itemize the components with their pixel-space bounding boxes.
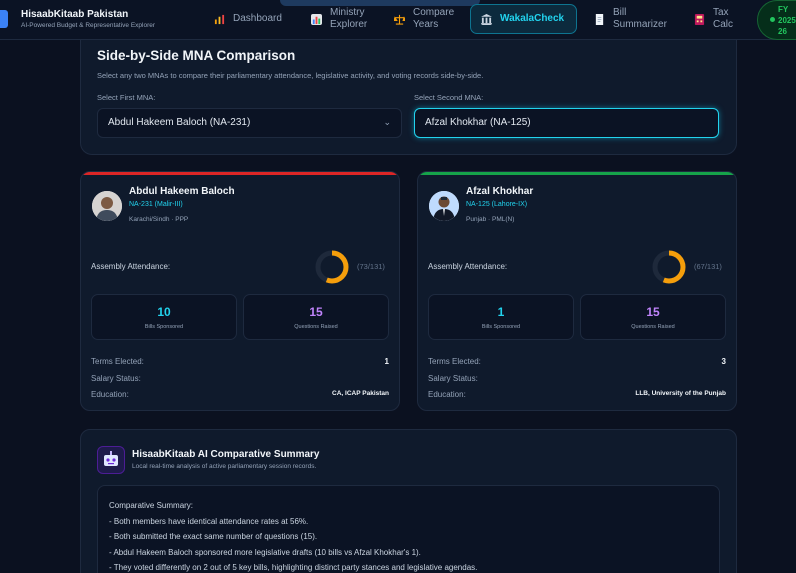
questions-count: 15 [309, 305, 323, 319]
attendance-value: (67/131) [694, 262, 722, 271]
summary-subtitle: Local real-time analysis of active parli… [132, 463, 317, 470]
salary-row: Salary Status: [91, 374, 389, 383]
attendance-label: Assembly Attendance: [91, 262, 171, 271]
calculator-icon [694, 13, 705, 25]
bills-sponsored-stat: 10 Bills Sponsored [91, 294, 237, 340]
nav-compare-years[interactable]: Compare Years [394, 4, 459, 34]
bills-label: Bills Sponsored [144, 324, 184, 330]
questions-count: 15 [646, 305, 660, 319]
summary-line: - Abdul Hakeem Baloch sponsored more leg… [109, 547, 421, 557]
dashboard-icon [214, 14, 225, 24]
education-row: Education: LLB, University of the Punjab [428, 390, 726, 399]
education-value: LLB, University of the Punjab [635, 390, 726, 397]
nav-label: Ministry Explorer [330, 7, 368, 30]
ai-summary-card: HisaabKitaab AI Comparative Summary Loca… [80, 429, 737, 573]
robot-icon [97, 446, 125, 474]
summary-heading: Comparative Summary: [109, 501, 194, 510]
avatar [429, 191, 459, 221]
terms-label: Terms Elected: [428, 357, 481, 366]
summary-title: HisaabKitaab AI Comparative Summary [132, 449, 320, 460]
scales-icon [394, 14, 405, 25]
chevron-down-icon: ⌄ [383, 117, 391, 127]
terms-row: Terms Elected: 3 [428, 357, 726, 366]
questions-raised-stat: 15 Questions Raised [580, 294, 726, 340]
mna-constituency: NA-231 (Malir-III) [129, 201, 183, 208]
salary-label: Salary Status: [428, 374, 478, 383]
second-mna-value: Afzal Khokhar (NA-125) [425, 117, 531, 128]
nav-dashboard[interactable]: Dashboard [214, 4, 282, 34]
nav-label: WakalaCheck [500, 13, 565, 24]
nav-wakalacheck[interactable]: WakalaCheck [470, 4, 577, 34]
attendance-donut [315, 250, 349, 284]
first-mna-select[interactable]: Abdul Hakeem Baloch (NA-231) ⌄ [97, 108, 402, 138]
summary-line: - Both submitted the exact same number o… [109, 532, 318, 541]
mna-name: Abdul Hakeem Baloch [129, 186, 235, 197]
fy-line-1: FY [778, 5, 789, 14]
summary-line: - Both members have identical attendance… [109, 516, 309, 526]
comparison-description: Select any two MNAs to compare their par… [97, 71, 484, 80]
bills-sponsored-stat: 1 Bills Sponsored [428, 294, 574, 340]
nav-label: Bill Summarizer [613, 7, 667, 30]
terms-row: Terms Elected: 1 [91, 357, 389, 366]
terms-label: Terms Elected: [91, 357, 144, 366]
fy-line-3: 26 [778, 27, 787, 36]
mna-card-first: Abdul Hakeem Baloch NA-231 (Malir-III) K… [80, 171, 400, 411]
questions-raised-stat: 15 Questions Raised [243, 294, 389, 340]
status-dot-icon [770, 17, 775, 22]
education-row: Education: CA, ICAP Pakistan [91, 390, 389, 399]
salary-label: Salary Status: [91, 374, 141, 383]
document-icon [595, 13, 604, 25]
card-accent-bar [81, 172, 399, 175]
mna-constituency: NA-125 (Lahore-IX) [466, 201, 528, 208]
portrait-icon [92, 191, 122, 221]
terms-value: 1 [384, 357, 389, 366]
portrait-icon [429, 191, 459, 221]
logo-icon [0, 10, 8, 28]
attendance-donut [652, 250, 686, 284]
first-mna-label: Select First MNA: [97, 93, 156, 102]
nav-label: Dashboard [233, 13, 282, 24]
brand[interactable]: HisaabKitaab Pakistan AI-Powered Budget … [21, 9, 155, 29]
nav-bill-summarizer[interactable]: Bill Summarizer [594, 4, 673, 34]
card-accent-bar [418, 172, 736, 175]
nav-ministry-explorer[interactable]: Ministry Explorer [311, 4, 374, 34]
avatar [92, 191, 122, 221]
comparison-card: Side-by-Side MNA Comparison Select any t… [80, 40, 737, 155]
bills-count: 10 [157, 305, 171, 319]
attendance-label: Assembly Attendance: [428, 262, 508, 271]
bar-chart-icon [311, 13, 322, 25]
mna-region-party: Karachi/Sindh · PPP [129, 216, 189, 223]
summary-body: Comparative Summary: - Both members have… [97, 485, 720, 573]
bills-count: 1 [497, 305, 505, 319]
fy-line-2: 2025- [778, 16, 796, 25]
education-label: Education: [428, 390, 466, 399]
attendance-value: (73/131) [357, 262, 385, 271]
nav-label: Compare Years [413, 7, 455, 30]
second-mna-select[interactable]: Afzal Khokhar (NA-125) [414, 108, 719, 138]
comparison-title: Side-by-Side MNA Comparison [97, 48, 296, 63]
nav-label: Tax Calc [713, 7, 734, 30]
brand-title: HisaabKitaab Pakistan [21, 9, 129, 20]
brand-subtitle: AI-Powered Budget & Representative Explo… [21, 22, 156, 29]
terms-value: 3 [721, 357, 726, 366]
education-label: Education: [91, 390, 129, 399]
first-mna-value: Abdul Hakeem Baloch (NA-231) [108, 117, 251, 128]
fiscal-year-badge: FY 2025- 26 [757, 0, 796, 40]
nav-tax-calc[interactable]: Tax Calc [694, 4, 741, 34]
top-navbar: HisaabKitaab Pakistan AI-Powered Budget … [0, 0, 796, 40]
questions-label: Questions Raised [631, 324, 675, 330]
mna-card-second: Afzal Khokhar NA-125 (Lahore-IX) Punjab … [417, 171, 737, 411]
bills-label: Bills Sponsored [481, 324, 521, 330]
building-icon [481, 13, 492, 25]
education-value: CA, ICAP Pakistan [332, 390, 389, 397]
mna-name: Afzal Khokhar [466, 186, 534, 197]
questions-label: Questions Raised [294, 324, 338, 330]
salary-row: Salary Status: [428, 374, 726, 383]
mna-region-party: Punjab · PML(N) [466, 216, 515, 223]
second-mna-label: Select Second MNA: [414, 93, 484, 102]
summary-line: - They voted differently on 2 out of 5 k… [109, 563, 478, 572]
